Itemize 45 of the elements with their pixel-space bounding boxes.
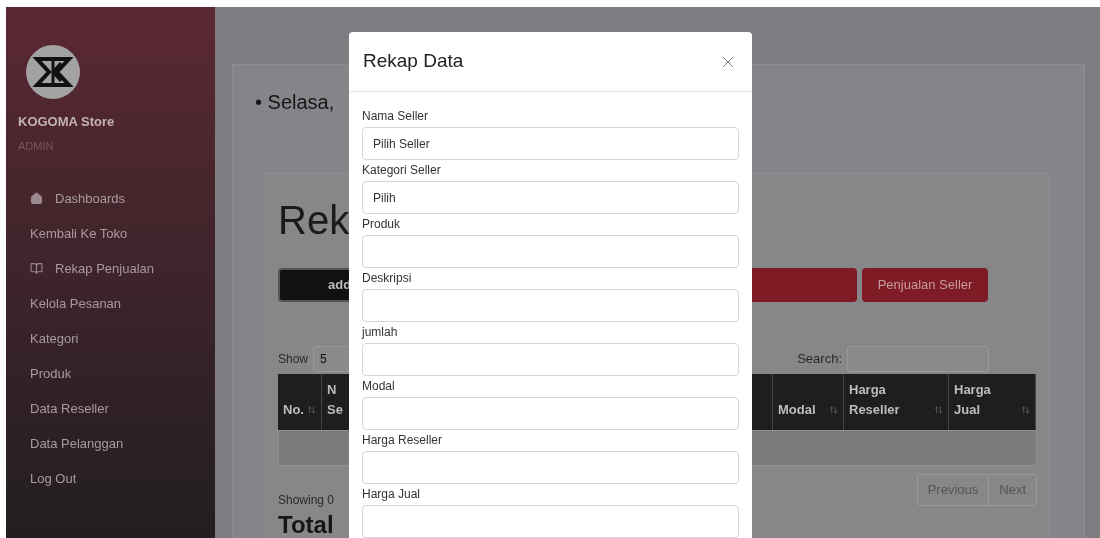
sidebar-item[interactable]: Log Out <box>18 461 203 496</box>
modal-title: Rekap Data <box>363 49 464 74</box>
sidebar-item[interactable]: Data Reseller <box>18 391 203 426</box>
action-button[interactable]: Penjualan Seller <box>862 268 988 302</box>
column-header[interactable]: Harga Jual <box>949 374 1036 430</box>
input-field[interactable] <box>362 289 739 322</box>
search-label: Search: <box>797 350 842 369</box>
sort-icon <box>829 405 838 415</box>
field-label: Harga Jual <box>362 486 422 503</box>
field-label: jumlah <box>362 324 399 341</box>
page-title: Rek <box>278 197 350 244</box>
sidebar-item[interactable]: Dashboards <box>18 181 203 216</box>
sidebar-item[interactable]: Kategori <box>18 321 203 356</box>
sort-icon <box>1021 405 1030 415</box>
input-field[interactable] <box>362 235 739 268</box>
sidebar-item[interactable]: Produk <box>18 356 203 391</box>
book-icon <box>30 262 43 275</box>
input-field[interactable] <box>362 397 739 430</box>
select-field[interactable]: Pilih <box>362 181 739 214</box>
field-label: Harga Reseller <box>362 432 444 449</box>
date-text: • Selasa, <box>254 90 335 115</box>
input-field[interactable] <box>362 451 739 484</box>
field-label: Kategori Seller <box>362 162 442 179</box>
sort-icon <box>934 405 943 415</box>
field-label: Nama Seller <box>362 108 430 125</box>
field-label: Modal <box>362 378 396 395</box>
select-field[interactable]: Pilih Seller <box>362 127 739 160</box>
sidebar-item[interactable]: Kembali Ke Toko <box>18 216 203 251</box>
home-icon <box>30 192 43 205</box>
sort-icon <box>307 405 316 415</box>
show-label: Show <box>278 351 309 368</box>
column-header[interactable]: Harga Reseller <box>844 374 949 430</box>
sidebar-item[interactable]: Rekap Penjualan <box>18 251 203 286</box>
total-heading: Total <box>278 510 334 538</box>
input-field[interactable] <box>362 343 739 376</box>
input-field[interactable] <box>362 505 739 538</box>
table-info: Showing 0 <box>278 492 335 509</box>
column-header[interactable]: No. <box>278 374 322 430</box>
brand-name: KOGOMA Store <box>18 113 116 131</box>
sidebar-item[interactable]: Data Pelanggan <box>18 426 203 461</box>
field-label: Produk <box>362 216 402 233</box>
column-header[interactable]: Modal <box>773 374 844 430</box>
field-label: Deskripsi <box>362 270 413 287</box>
sidebar-item[interactable]: Kelola Pesanan <box>18 286 203 321</box>
logo-icon <box>26 45 80 99</box>
